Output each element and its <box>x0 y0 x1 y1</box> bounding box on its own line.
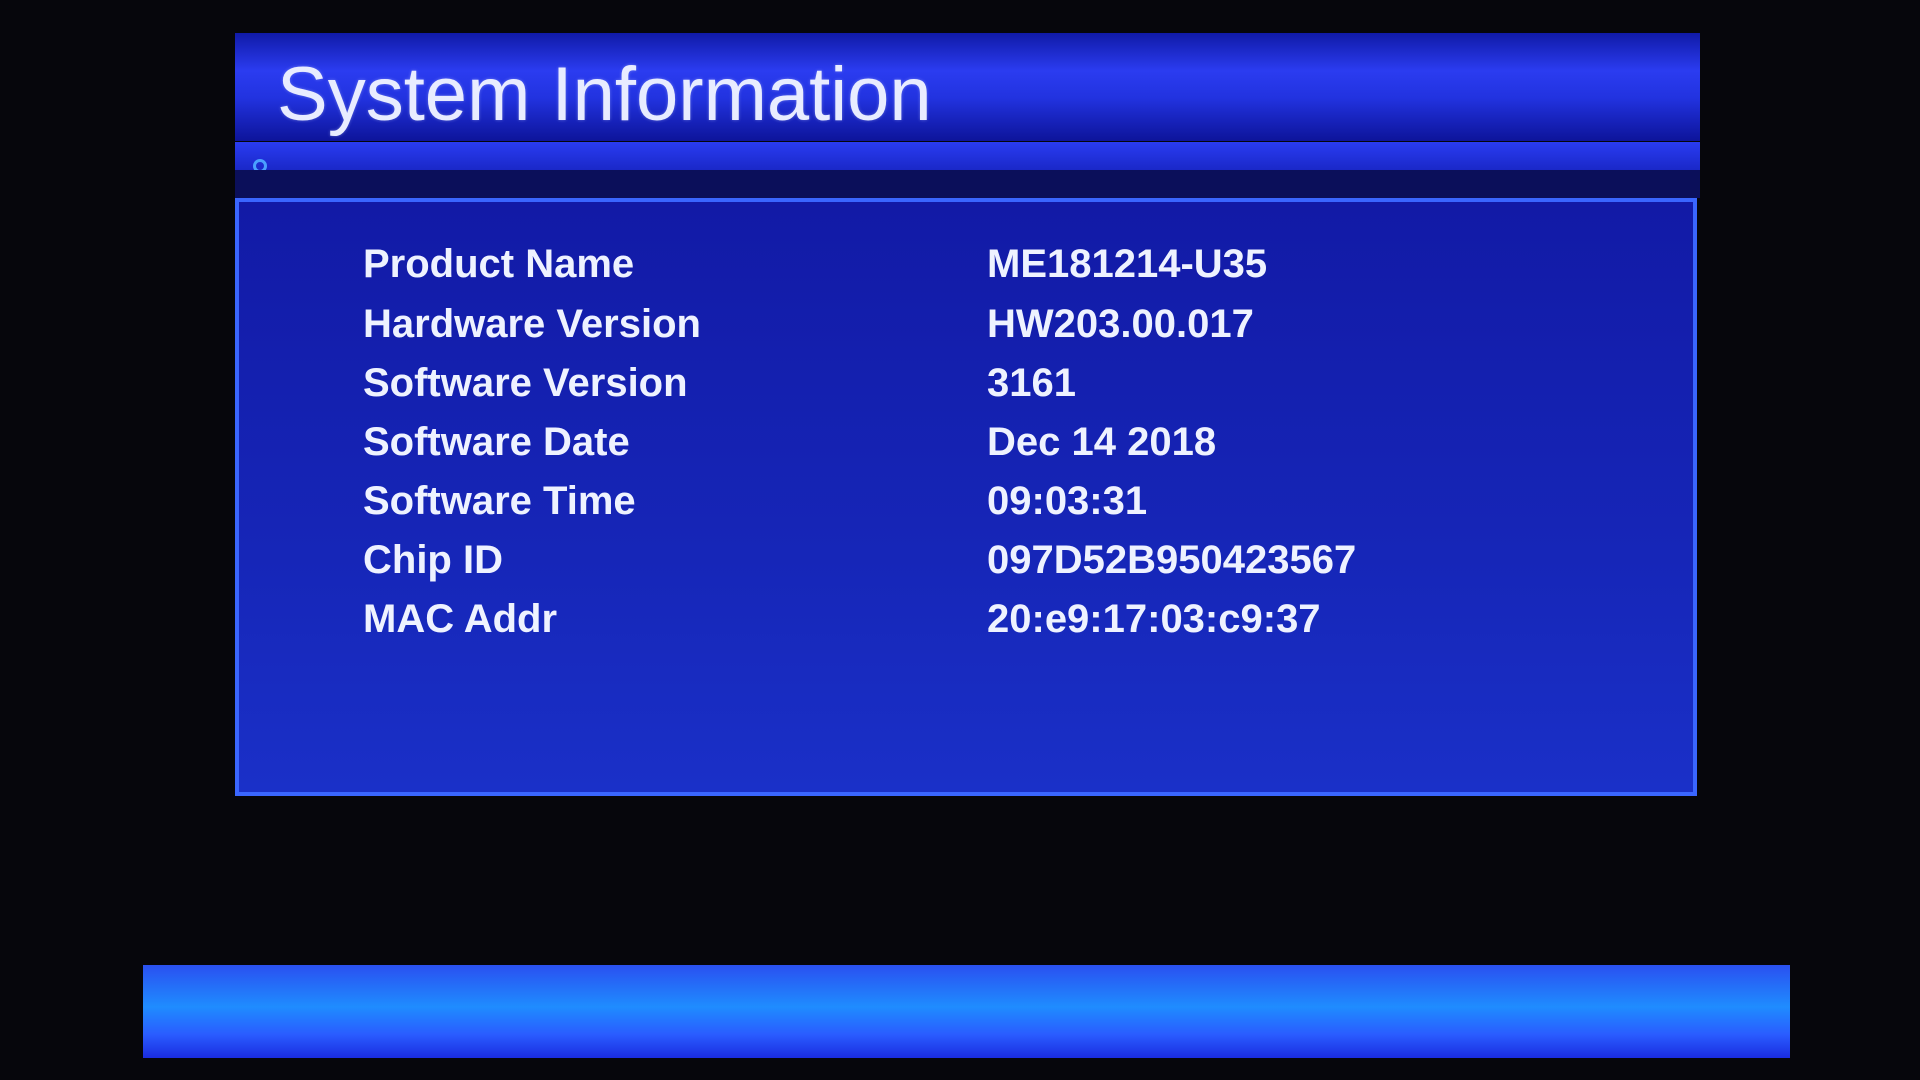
header-bar: System Information <box>235 33 1700 141</box>
info-label: MAC Addr <box>363 597 558 641</box>
info-label: Software Date <box>363 420 630 464</box>
info-value: 3161 <box>987 361 1076 405</box>
info-label: Software Time <box>363 479 636 523</box>
info-row-hardware-version: Hardware Version HW203.00.017 <box>239 302 1693 358</box>
info-label: Hardware Version <box>363 302 701 346</box>
info-row-chip-id: Chip ID 097D52B950423567 <box>239 538 1693 594</box>
info-label: Software Version <box>363 361 688 405</box>
bottom-help-bar <box>143 965 1790 1058</box>
info-row-software-date: Software Date Dec 14 2018 <box>239 420 1693 476</box>
info-row-mac-addr: MAC Addr 20:e9:17:03:c9:37 <box>239 597 1693 653</box>
page-title: System Information <box>277 52 932 137</box>
info-label: Product Name <box>363 242 635 286</box>
info-value: 09:03:31 <box>987 479 1148 523</box>
info-row-software-time: Software Time 09:03:31 <box>239 479 1693 535</box>
info-row-software-version: Software Version 3161 <box>239 361 1693 417</box>
info-value: ME181214-U35 <box>987 242 1268 286</box>
sub-bar <box>235 142 1700 173</box>
info-label: Chip ID <box>363 538 503 582</box>
info-value: 20:e9:17:03:c9:37 <box>987 597 1321 641</box>
info-value: HW203.00.017 <box>987 302 1254 346</box>
info-panel: Product Name ME181214-U35 Hardware Versi… <box>235 198 1697 796</box>
info-value: Dec 14 2018 <box>987 420 1217 464</box>
info-row-product-name: Product Name ME181214-U35 <box>239 242 1693 298</box>
divider <box>235 170 1700 198</box>
info-value: 097D52B950423567 <box>987 538 1357 582</box>
